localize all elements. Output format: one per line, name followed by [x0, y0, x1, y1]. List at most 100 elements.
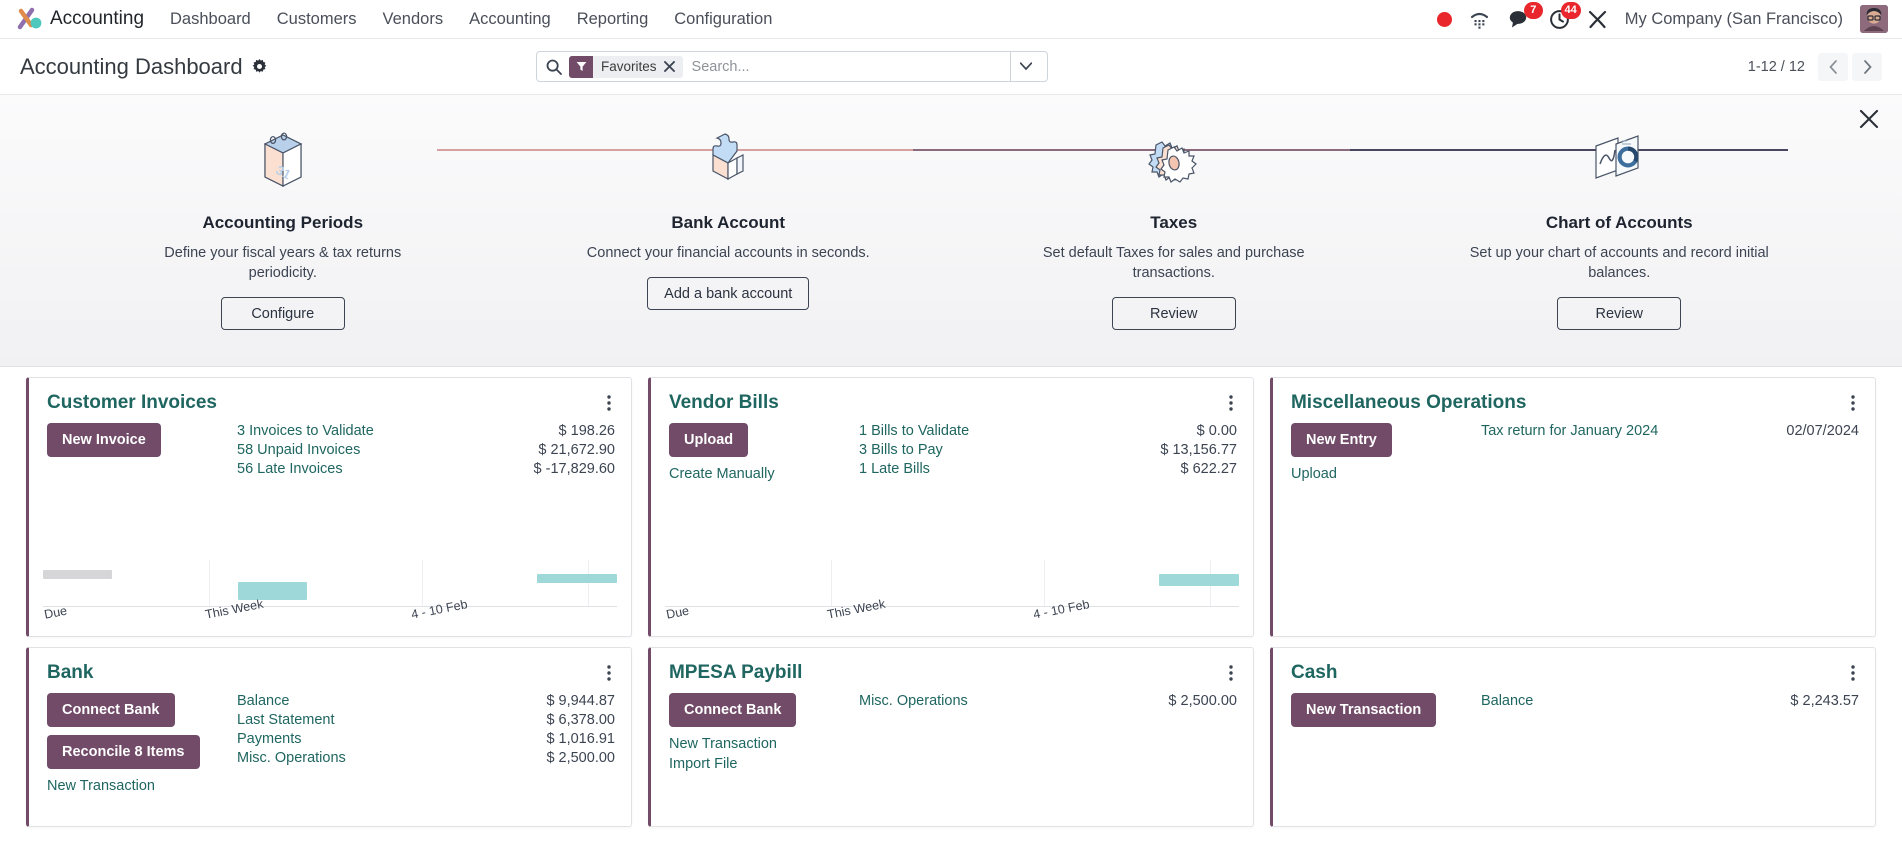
- stat-row: 56 Late Invoices $ -17,829.60: [237, 461, 615, 477]
- page-title: Accounting Dashboard: [20, 53, 243, 79]
- chart-bar: [238, 582, 308, 600]
- stat-label[interactable]: Tax return for January 2024: [1481, 423, 1658, 439]
- previous-page-button[interactable]: [1818, 52, 1848, 81]
- mini-bar-chart[interactable]: Due This Week 4 - 10 Feb: [43, 560, 617, 636]
- upload-button[interactable]: Upload: [668, 423, 749, 457]
- menu-item-customers[interactable]: Customers: [277, 10, 357, 29]
- journal-card-cash: Cash New Transaction Balance $ 2,243.57: [1269, 647, 1876, 827]
- kebab-menu-icon[interactable]: [603, 392, 615, 414]
- pager-range[interactable]: 1-12 / 12: [1748, 59, 1805, 75]
- card-title[interactable]: Customer Invoices: [47, 392, 217, 414]
- messages-icon[interactable]: 7: [1507, 2, 1543, 29]
- add-bank-account-button[interactable]: Add a bank account: [647, 277, 810, 310]
- stat-row: 58 Unpaid Invoices $ 21,672.90: [237, 442, 615, 458]
- upload-link[interactable]: Upload: [1291, 466, 1481, 482]
- stat-value: 02/07/2024: [1786, 423, 1859, 439]
- stat-label[interactable]: 1 Late Bills: [859, 461, 930, 477]
- activities-clock-icon[interactable]: 44: [1549, 1, 1581, 30]
- menu-item-configuration[interactable]: Configuration: [674, 10, 772, 29]
- chevron-down-icon[interactable]: [1010, 52, 1041, 81]
- menu-item-dashboard[interactable]: Dashboard: [170, 10, 251, 29]
- reconcile-items-button[interactable]: Reconcile 8 Items: [47, 735, 200, 769]
- main-menu: Dashboard Customers Vendors Accounting R…: [170, 10, 772, 29]
- review-taxes-button[interactable]: Review: [1111, 297, 1236, 330]
- configure-button[interactable]: Configure: [220, 297, 345, 330]
- menu-item-vendors[interactable]: Vendors: [383, 10, 444, 29]
- new-invoice-button[interactable]: New Invoice: [47, 423, 161, 457]
- stat-value: $ 1,016.91: [546, 731, 615, 747]
- kebab-menu-icon[interactable]: [1225, 392, 1237, 414]
- card-body: Upload Create Manually 1 Bills to Valida…: [651, 414, 1253, 560]
- stat-label[interactable]: Balance: [237, 693, 289, 709]
- stat-value: $ 622.27: [1180, 461, 1237, 477]
- kebab-menu-icon[interactable]: [1847, 662, 1859, 684]
- stat-row: 3 Invoices to Validate $ 198.26: [237, 423, 615, 439]
- card-header: Bank: [29, 648, 631, 684]
- chart-gridline: [1043, 560, 1045, 606]
- card-actions: New Transaction: [1290, 693, 1481, 826]
- search-facet-favorites[interactable]: Favorites: [569, 55, 683, 78]
- brand-name[interactable]: Accounting: [50, 8, 144, 30]
- stat-label[interactable]: Last Statement: [237, 712, 335, 728]
- charts-sheets-icon[interactable]: [1582, 121, 1656, 197]
- step-description: Connect your financial accounts in secon…: [586, 245, 870, 261]
- close-icon[interactable]: [1858, 108, 1880, 130]
- card-title[interactable]: Bank: [47, 662, 93, 684]
- new-entry-button[interactable]: New Entry: [1290, 423, 1392, 457]
- card-title[interactable]: MPESA Paybill: [669, 662, 802, 684]
- new-transaction-link[interactable]: New Transaction: [669, 736, 859, 752]
- step-description: Set up your chart of accounts and record…: [1469, 245, 1769, 281]
- debug-tools-icon[interactable]: [1587, 9, 1608, 30]
- stat-label[interactable]: Misc. Operations: [237, 750, 346, 766]
- review-chart-of-accounts-button[interactable]: Review: [1557, 297, 1682, 330]
- journal-card-vendor-bills: Vendor Bills Upload Create Manually 1 Bi…: [647, 377, 1254, 637]
- stat-label[interactable]: 56 Late Invoices: [237, 461, 343, 477]
- calendar-31-icon[interactable]: 31: [252, 121, 314, 197]
- connect-bank-button[interactable]: Connect Bank: [47, 693, 175, 727]
- close-icon[interactable]: [663, 61, 683, 72]
- create-manually-link[interactable]: Create Manually: [669, 466, 859, 482]
- stat-value: $ -17,829.60: [533, 461, 615, 477]
- stat-label[interactable]: 3 Bills to Pay: [859, 442, 943, 458]
- pager: 1-12 / 12: [1748, 52, 1882, 81]
- mini-bar-chart[interactable]: Due This Week 4 - 10 Feb: [664, 560, 1239, 636]
- stat-row: Misc. Operations $ 2,500.00: [859, 693, 1237, 709]
- search-icon: [546, 59, 562, 75]
- stat-label[interactable]: 1 Bills to Validate: [859, 423, 969, 439]
- kebab-menu-icon[interactable]: [603, 662, 615, 684]
- card-slot: Customer Invoices New Invoice 3 Invoices…: [18, 377, 640, 647]
- card-actions: New Invoice: [47, 423, 237, 560]
- voip-phone-icon[interactable]: [1469, 9, 1490, 29]
- gears-icon[interactable]: [1140, 121, 1208, 197]
- card-actions: New Entry Upload: [1290, 423, 1481, 636]
- new-transaction-link[interactable]: New Transaction: [47, 778, 237, 794]
- card-stats: Misc. Operations $ 2,500.00: [859, 693, 1237, 826]
- gear-icon[interactable]: [252, 59, 267, 74]
- odoo-accounting-logo-icon[interactable]: [14, 6, 44, 32]
- chart-axis: [43, 606, 617, 607]
- card-title[interactable]: Cash: [1291, 662, 1337, 684]
- stat-label[interactable]: 58 Unpaid Invoices: [237, 442, 360, 458]
- menu-item-accounting[interactable]: Accounting: [469, 10, 551, 29]
- card-title[interactable]: Vendor Bills: [669, 392, 779, 414]
- record-dot-icon[interactable]: [1436, 11, 1452, 27]
- card-title[interactable]: Miscellaneous Operations: [1291, 392, 1526, 414]
- stat-label[interactable]: Misc. Operations: [859, 693, 968, 709]
- stat-label[interactable]: Balance: [1481, 693, 1533, 709]
- card-actions: Connect Bank Reconcile 8 Items New Trans…: [47, 693, 237, 826]
- menu-item-reporting[interactable]: Reporting: [577, 10, 649, 29]
- connect-bank-button[interactable]: Connect Bank: [668, 693, 797, 727]
- stat-label[interactable]: Payments: [237, 731, 301, 747]
- import-file-link[interactable]: Import File: [669, 756, 859, 772]
- puzzle-piece-icon[interactable]: [691, 121, 765, 197]
- company-switcher[interactable]: My Company (San Francisco): [1625, 10, 1843, 29]
- next-page-button[interactable]: [1852, 52, 1882, 81]
- avatar[interactable]: [1860, 5, 1888, 33]
- kebab-menu-icon[interactable]: [1225, 662, 1237, 684]
- new-transaction-button[interactable]: New Transaction: [1290, 693, 1437, 727]
- kebab-menu-icon[interactable]: [1847, 392, 1859, 414]
- stat-label[interactable]: 3 Invoices to Validate: [237, 423, 374, 439]
- card-stats: Balance $ 2,243.57: [1481, 693, 1859, 826]
- chart-bar: [43, 570, 112, 579]
- search-input[interactable]: [691, 58, 1006, 75]
